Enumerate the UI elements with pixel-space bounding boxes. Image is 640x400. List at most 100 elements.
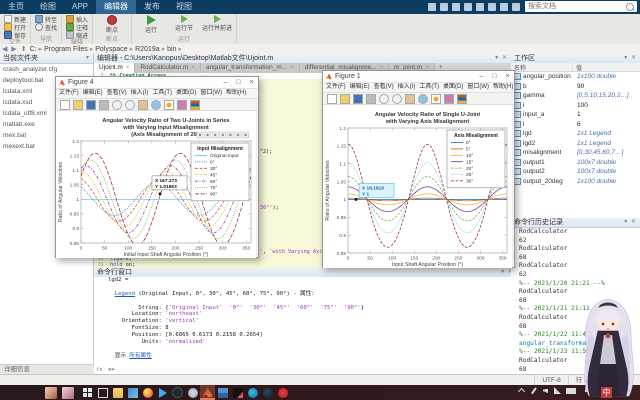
new-doc-icon[interactable] xyxy=(327,94,337,104)
back-icon[interactable]: ◀ xyxy=(2,45,7,53)
ribbon-item-运行节[interactable]: 运行节 xyxy=(169,15,199,36)
brush-icon[interactable] xyxy=(177,100,187,110)
figure-menu-3[interactable]: 插入(I) xyxy=(398,83,416,92)
history-item[interactable]: %-- 2021/1/20 21:21 --% xyxy=(511,280,640,289)
figure-menu-2[interactable]: 查看(V) xyxy=(107,89,127,98)
ribbon-item-断点[interactable]: 断点 xyxy=(97,15,127,36)
media-player-icon[interactable] xyxy=(155,385,170,400)
ribbon-tab-4[interactable]: 发布 xyxy=(136,0,168,14)
settings-icon[interactable] xyxy=(185,385,200,400)
steam-icon[interactable] xyxy=(260,385,275,400)
photos-icon[interactable] xyxy=(125,385,140,400)
history-item[interactable]: RodCalculator xyxy=(511,262,640,271)
editor-tab-1[interactable]: RodCalculator.m× xyxy=(135,63,201,73)
rotate-icon[interactable] xyxy=(418,94,428,104)
editor-tab-2[interactable]: angular_transformation_m...× xyxy=(201,63,300,73)
ribbon-item-缩进[interactable]: 缩进 xyxy=(66,31,88,39)
ribbon-tab-3[interactable]: 编辑器 xyxy=(96,0,136,14)
crumb-0[interactable]: C: xyxy=(30,46,37,53)
battery-icon[interactable] xyxy=(566,388,576,394)
editor-tab-0[interactable]: Ujoint.m× xyxy=(94,63,135,73)
workspace-row[interactable]: angular_position1x100 double xyxy=(511,72,640,82)
fig1-plot[interactable]: Angular Velocity Ratio of Single U-Joint… xyxy=(323,105,512,268)
crumb-2[interactable]: Polyspace xyxy=(95,46,127,53)
volume-icon[interactable] xyxy=(542,387,549,394)
file-explorer-icon[interactable] xyxy=(110,385,125,400)
workspace-row[interactable]: output1100x7 double xyxy=(511,158,640,168)
figure-window-2[interactable]: Figure 1–□×文件(F)编辑(E)查看(V)插入(I)工具(T)桌面(D… xyxy=(322,70,515,268)
legend[interactable]: Input MisalignmentOriginal Input0°30°45°… xyxy=(191,143,249,201)
rotate-icon[interactable] xyxy=(151,100,161,110)
workspace-row[interactable]: input_a1 xyxy=(511,110,640,120)
workspace-row[interactable]: b90 xyxy=(511,82,640,92)
maximize-button[interactable]: □ xyxy=(488,71,501,82)
workspace-row[interactable]: gamma[0,5,10,15,20,2…] xyxy=(511,91,640,101)
close-button[interactable]: × xyxy=(501,71,514,82)
figure-menu-6[interactable]: 窗口(W) xyxy=(200,89,222,98)
history-item[interactable]: RodCalculator xyxy=(511,245,640,254)
ribbon-tab-1[interactable]: 绘图 xyxy=(32,0,64,14)
pan-icon[interactable] xyxy=(138,100,148,110)
chevron-up-icon[interactable] xyxy=(518,387,525,394)
tab-close-icon[interactable]: × xyxy=(290,65,294,71)
col-name[interactable]: 名称 xyxy=(511,63,573,71)
crumb-3[interactable]: R2019a xyxy=(135,46,160,53)
crumb-1[interactable]: Program Files xyxy=(44,46,88,53)
datatip-icon[interactable] xyxy=(164,100,174,110)
recorder-icon[interactable] xyxy=(170,385,185,400)
help-icon[interactable] xyxy=(512,3,520,11)
figure-menu-3[interactable]: 插入(I) xyxy=(131,89,149,98)
music-app-icon[interactable] xyxy=(275,385,290,400)
figure-menu-1[interactable]: 编辑(E) xyxy=(350,83,370,92)
figure-menu-4[interactable]: 工具(T) xyxy=(152,89,172,98)
matlab-icon[interactable] xyxy=(200,385,215,400)
col-value[interactable]: 值 xyxy=(573,63,640,71)
command-prompt[interactable]: fx>> xyxy=(94,367,511,374)
ribbon-item-运行[interactable]: 运行 xyxy=(136,15,166,36)
edge-icon[interactable] xyxy=(245,385,260,400)
print-icon[interactable] xyxy=(99,100,109,110)
cut-icon[interactable] xyxy=(440,3,448,11)
ribbon-tab-5[interactable]: 视图 xyxy=(168,0,200,14)
close-button[interactable]: × xyxy=(245,77,258,88)
figure-titlebar[interactable]: Figure 4–□× xyxy=(56,77,258,89)
ribbon-tab-0[interactable]: 主页 xyxy=(0,0,32,14)
ribbon-tab-2[interactable]: APP xyxy=(64,0,96,14)
start-button[interactable] xyxy=(80,385,95,400)
pan-icon[interactable] xyxy=(405,94,415,104)
zoom-out-icon[interactable] xyxy=(125,100,135,110)
copy-icon[interactable] xyxy=(452,3,460,11)
figure-window-1[interactable]: Figure 4–□×文件(F)编辑(E)查看(V)插入(I)工具(T)桌面(D… xyxy=(55,76,259,258)
zoom-in-icon[interactable] xyxy=(112,100,122,110)
search-icon[interactable] xyxy=(626,3,634,11)
open-folder-icon[interactable] xyxy=(73,100,83,110)
file-item[interactable]: crash_analyzer.cfg xyxy=(0,64,93,75)
history-header-icons[interactable]: ▾ ✕ xyxy=(624,218,637,227)
history-item[interactable]: RodCalculator xyxy=(511,228,640,237)
redo-icon[interactable] xyxy=(488,3,496,11)
minimize-button[interactable]: – xyxy=(219,77,232,88)
figure-menu-5[interactable]: 桌面(D) xyxy=(443,83,463,92)
figure-menu-1[interactable]: 编辑(E) xyxy=(83,89,103,98)
fig4-plot[interactable]: Angular Velocity Ratio of Two U-Joints i… xyxy=(56,111,256,258)
pen-icon[interactable] xyxy=(529,386,539,396)
figure-menu-6[interactable]: 窗口(W) xyxy=(467,83,489,92)
legend-icon[interactable] xyxy=(190,100,200,110)
forward-icon[interactable]: ▶ xyxy=(11,45,16,53)
ribbon-item-查找[interactable]: 查找 xyxy=(35,23,57,31)
datatip-icon[interactable] xyxy=(431,94,441,104)
firefox-icon[interactable] xyxy=(140,385,155,400)
tab-close-icon[interactable]: × xyxy=(191,65,195,71)
undo-icon[interactable] xyxy=(476,3,484,11)
workspace-row[interactable]: lgd21x1 Legend xyxy=(511,139,640,149)
workspace-row[interactable]: lgd1x1 Legend xyxy=(511,129,640,139)
legend[interactable]: Axis Misalignment0°5°10°15°20°25°30° xyxy=(447,130,505,188)
history-item[interactable]: 62 xyxy=(511,237,640,246)
figure-menu-0[interactable]: 文件(F) xyxy=(326,83,346,92)
up-folder-icon[interactable]: ⬆ xyxy=(21,45,27,53)
ribbon-item-运行并前进[interactable]: 运行并前进 xyxy=(202,15,232,36)
figure-menu-4[interactable]: 工具(T) xyxy=(419,83,439,92)
network-icon[interactable] xyxy=(554,387,561,394)
save-icon[interactable] xyxy=(353,94,363,104)
save-icon[interactable] xyxy=(86,100,96,110)
